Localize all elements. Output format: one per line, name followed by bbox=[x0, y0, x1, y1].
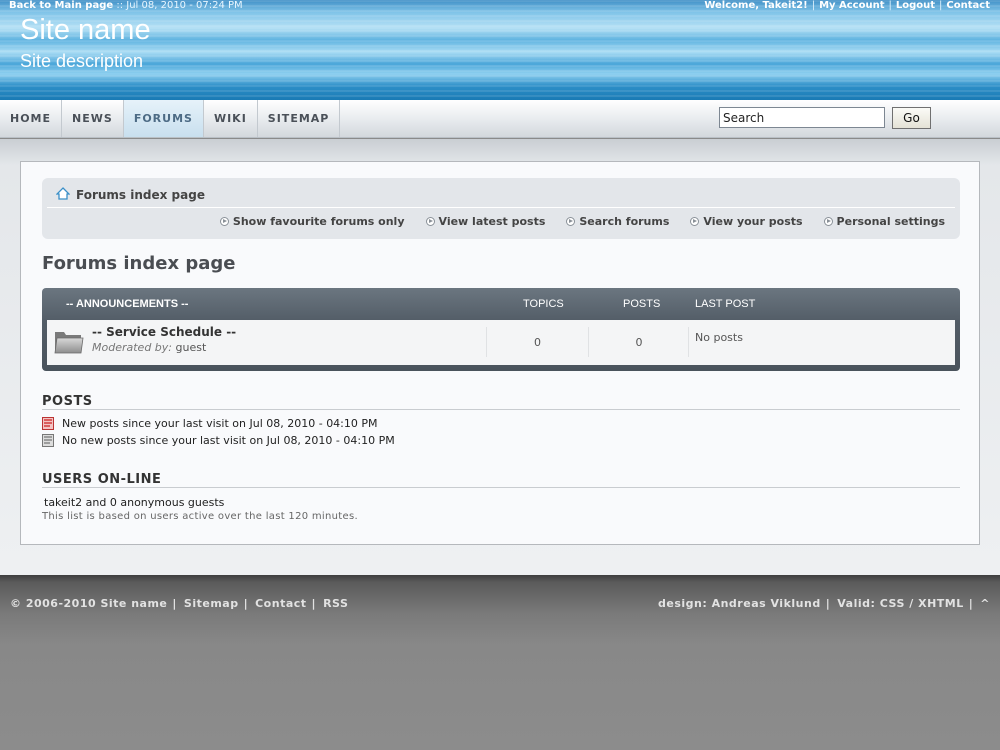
forum-actions: Show favourite forums only View latest p… bbox=[199, 215, 945, 228]
site-footer: © 2006-2010 Site name | Sitemap | Contact | RS… bbox=[0, 575, 1000, 750]
new-posts-icon bbox=[42, 417, 54, 430]
footer-sitemap-link[interactable]: Sitemap bbox=[184, 597, 239, 610]
posts-heading: POSTS bbox=[42, 394, 93, 409]
folder-icon bbox=[53, 327, 85, 358]
search-go-button[interactable]: Go bbox=[892, 107, 931, 129]
users-online-note: This list is based on users active over … bbox=[42, 511, 358, 522]
posts-divider bbox=[42, 409, 960, 410]
col-last-post: LAST POST bbox=[695, 298, 756, 310]
breadcrumb-box: Forums index page Show favourite forums … bbox=[42, 178, 960, 239]
logout-link[interactable]: Logout bbox=[896, 0, 935, 11]
nav-item-home[interactable]: HOME bbox=[0, 100, 63, 137]
footer-design-credit[interactable]: design: Andreas Viklund bbox=[658, 597, 821, 610]
top-left-bar: Back to Main page :: Jul 08, 2010 - 07:2… bbox=[9, 0, 243, 12]
footer-right: design: Andreas Viklund | Valid: CSS / XHT… bbox=[658, 597, 990, 610]
nav-item-news[interactable]: NEWS bbox=[62, 100, 124, 137]
forum-table: -- ANNOUNCEMENTS -- TOPICS POSTS LAST PO… bbox=[42, 288, 960, 371]
footer-valid-label: Valid: bbox=[837, 597, 876, 610]
personal-settings-link[interactable]: Personal settings bbox=[823, 215, 945, 228]
footer-rss-link[interactable]: RSS bbox=[323, 597, 348, 610]
users-online-divider bbox=[42, 487, 960, 488]
forum-last-post: No posts bbox=[695, 331, 743, 344]
top-left-separator: :: bbox=[116, 0, 124, 11]
my-account-link[interactable]: My Account bbox=[819, 0, 884, 11]
site-header: Back to Main page :: Jul 08, 2010 - 07:2… bbox=[0, 0, 1000, 100]
bullet-arrow-icon bbox=[425, 217, 435, 226]
back-to-top-icon[interactable]: ^ bbox=[980, 597, 990, 610]
bullet-arrow-icon bbox=[823, 217, 833, 226]
breadcrumb-divider bbox=[47, 207, 955, 208]
search-input[interactable] bbox=[719, 107, 885, 128]
back-to-main-link[interactable]: Back to Main page bbox=[9, 0, 113, 11]
nav-item-forums[interactable]: FORUMS bbox=[123, 100, 204, 137]
nav-item-sitemap[interactable]: SITEMAP bbox=[258, 100, 341, 137]
forum-table-header: -- ANNOUNCEMENTS -- TOPICS POSTS LAST PO… bbox=[42, 288, 960, 318]
search-forums-link[interactable]: Search forums bbox=[566, 215, 669, 228]
no-new-posts-icon bbox=[42, 434, 54, 447]
current-datetime: Jul 08, 2010 - 07:24 PM bbox=[126, 0, 243, 11]
favourite-forums-link[interactable]: Show favourite forums only bbox=[219, 215, 405, 228]
welcome-user-link[interactable]: Welcome, Takeit2! bbox=[704, 0, 807, 11]
content-panel: Forums index page Show favourite forums … bbox=[20, 161, 980, 545]
home-icon[interactable] bbox=[55, 187, 71, 203]
users-online-summary: takeit2 and 0 anonymous guests bbox=[44, 496, 225, 509]
forum-moderators: Moderated by: guest bbox=[92, 341, 206, 354]
col-posts: POSTS bbox=[623, 298, 661, 310]
site-description: Site description bbox=[20, 51, 144, 71]
footer-left: © 2006-2010 Site name | Sitemap | Contact | RS… bbox=[10, 597, 349, 610]
legend-new-posts: New posts since your last visit on Jul 0… bbox=[42, 417, 378, 430]
footer-xhtml-link[interactable]: XHTML bbox=[918, 597, 964, 610]
bullet-arrow-icon bbox=[690, 217, 700, 226]
top-right-bar: Welcome, Takeit2! | My Account | Logout | Cont… bbox=[704, 0, 990, 11]
your-posts-link[interactable]: View your posts bbox=[690, 215, 803, 228]
bullet-arrow-icon bbox=[566, 217, 576, 226]
page-title: Forums index page bbox=[42, 253, 236, 274]
forum-posts-count: 0 bbox=[635, 336, 643, 349]
footer-contact-link[interactable]: Contact bbox=[255, 597, 306, 610]
legend-no-new-posts: No new posts since your last visit on Ju… bbox=[42, 434, 395, 447]
bullet-arrow-icon bbox=[219, 217, 229, 226]
users-online-heading: USERS ON-LINE bbox=[42, 472, 162, 487]
latest-posts-link[interactable]: View latest posts bbox=[425, 215, 545, 228]
footer-css-link[interactable]: CSS bbox=[880, 597, 905, 610]
breadcrumb: Forums index page bbox=[55, 187, 205, 203]
category-title[interactable]: -- ANNOUNCEMENTS -- bbox=[66, 298, 188, 310]
nav-item-wiki[interactable]: WIKI bbox=[204, 100, 258, 137]
moderated-by-label: Moderated by: bbox=[92, 341, 172, 354]
moderator-link[interactable]: guest bbox=[176, 341, 207, 354]
footer-copyright: © 2006-2010 Site name bbox=[10, 597, 168, 610]
forum-name-link[interactable]: -- Service Schedule -- bbox=[92, 325, 236, 339]
breadcrumb-current[interactable]: Forums index page bbox=[76, 188, 205, 202]
forum-row: -- Service Schedule -- Moderated by: gue… bbox=[47, 320, 955, 365]
forum-topics-count: 0 bbox=[534, 336, 541, 349]
col-topics: TOPICS bbox=[523, 298, 564, 310]
contact-link[interactable]: Contact bbox=[946, 0, 990, 11]
footer-slash: / bbox=[909, 597, 914, 610]
site-name[interactable]: Site name bbox=[20, 14, 151, 47]
